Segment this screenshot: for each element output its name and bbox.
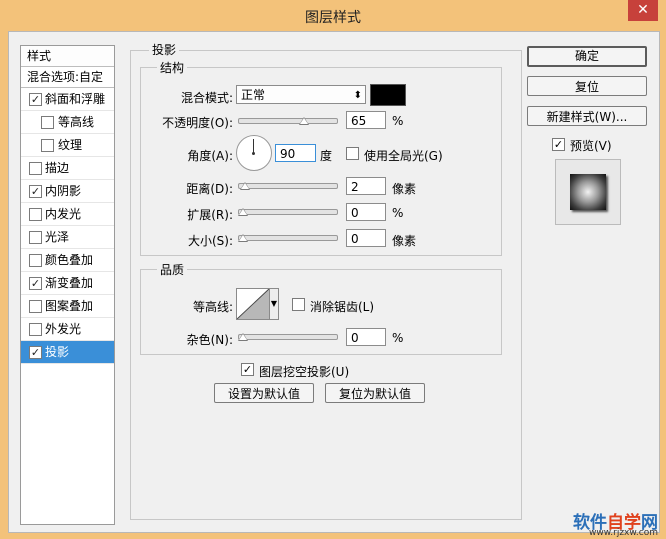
styles-list: 样式 混合选项:自定 ✓ 斜面和浮雕 等高线 纹理 描边 ✓ 内阴影 内发光 光泽 … — [20, 45, 115, 525]
opacity-label: 不透明度(O): — [162, 116, 233, 130]
layer-style-dialog: 图层样式 ✕ 样式 混合选项:自定 ✓ 斜面和浮雕 等高线 纹理 描边 ✓ 内阴影 … — [0, 0, 666, 539]
angle-unit: 度 — [320, 149, 333, 163]
distance-input[interactable]: 2 — [346, 177, 386, 195]
style-item-color-overlay[interactable]: 颜色叠加 — [21, 249, 114, 272]
checkbox-gradient-overlay[interactable]: ✓ — [29, 277, 42, 290]
noise-slider[interactable] — [238, 333, 338, 341]
style-item-stroke[interactable]: 描边 — [21, 157, 114, 180]
make-default-button[interactable]: 设置为默认值 — [214, 383, 314, 403]
style-item-outer-glow[interactable]: 外发光 — [21, 318, 114, 341]
dialog-body: 样式 混合选项:自定 ✓ 斜面和浮雕 等高线 纹理 描边 ✓ 内阴影 内发光 光泽 … — [8, 31, 660, 533]
checkbox-bevel[interactable]: ✓ — [29, 93, 42, 106]
anti-alias-label[interactable]: 消除锯齿(L) — [310, 298, 374, 315]
checkbox-pattern-overlay[interactable] — [29, 300, 42, 313]
blend-mode-label: 混合模式: — [180, 91, 233, 105]
spread-input[interactable]: 0 — [346, 203, 386, 221]
quality-title: 品质 — [157, 261, 188, 278]
style-item-texture[interactable]: 纹理 — [21, 134, 114, 157]
angle-dial[interactable] — [236, 135, 272, 171]
checkbox-texture[interactable] — [41, 139, 54, 152]
new-style-button[interactable]: 新建样式(W)... — [527, 106, 647, 126]
knockout-checkbox[interactable]: ✓ — [241, 363, 254, 376]
opacity-input[interactable]: 65 — [346, 111, 386, 129]
checkbox-inner-shadow[interactable]: ✓ — [29, 185, 42, 198]
spread-slider-thumb[interactable] — [238, 208, 248, 216]
global-light-label[interactable]: 使用全局光(G) — [364, 147, 443, 164]
checkbox-color-overlay[interactable] — [29, 254, 42, 267]
size-slider[interactable] — [238, 234, 338, 242]
anti-alias-checkbox[interactable] — [292, 298, 305, 311]
knockout-label[interactable]: 图层挖空投影(U) — [259, 363, 349, 380]
blend-mode-select[interactable]: 正常 ⬍ — [236, 85, 366, 104]
site-watermark-logo: 软件自学网 www.rjzxw.com — [573, 513, 658, 538]
opacity-slider[interactable] — [238, 117, 338, 125]
noise-unit: % — [392, 331, 404, 345]
spread-unit: % — [392, 206, 404, 220]
style-item-bevel[interactable]: ✓ 斜面和浮雕 — [21, 88, 114, 111]
distance-slider-thumb[interactable] — [240, 182, 250, 190]
style-item-contour[interactable]: 等高线 — [21, 111, 114, 134]
style-item-inner-shadow[interactable]: ✓ 内阴影 — [21, 180, 114, 203]
angle-label: 角度(A): — [187, 149, 233, 163]
distance-label: 距离(D): — [186, 182, 233, 196]
style-item-gradient-overlay[interactable]: ✓ 渐变叠加 — [21, 272, 114, 295]
size-unit: 像素 — [392, 234, 417, 248]
contour-label: 等高线: — [192, 300, 233, 314]
size-input[interactable]: 0 — [346, 229, 386, 247]
style-item-drop-shadow[interactable]: ✓ 投影 — [21, 341, 114, 364]
size-label: 大小(S): — [187, 234, 233, 248]
noise-slider-thumb[interactable] — [238, 333, 248, 341]
style-preview-thumbnail — [555, 159, 621, 225]
noise-label: 杂色(N): — [186, 333, 233, 347]
ok-button[interactable]: 确定 — [527, 46, 647, 67]
size-slider-thumb[interactable] — [238, 234, 248, 242]
checkbox-drop-shadow[interactable]: ✓ — [29, 346, 42, 359]
reset-default-button[interactable]: 复位为默认值 — [325, 383, 425, 403]
style-item-inner-glow[interactable]: 内发光 — [21, 203, 114, 226]
spread-slider[interactable] — [238, 208, 338, 216]
checkbox-inner-glow[interactable] — [29, 208, 42, 221]
checkbox-contour[interactable] — [41, 116, 54, 129]
checkbox-outer-glow[interactable] — [29, 323, 42, 336]
drop-shadow-title: 投影 — [149, 41, 180, 58]
blend-options-item[interactable]: 混合选项:自定 — [21, 67, 114, 88]
checkbox-satin[interactable] — [29, 231, 42, 244]
style-item-satin[interactable]: 光泽 — [21, 226, 114, 249]
distance-slider[interactable] — [238, 182, 338, 190]
linear-contour-icon — [236, 288, 270, 320]
close-icon[interactable]: ✕ — [628, 0, 658, 21]
structure-title: 结构 — [157, 59, 188, 76]
window-title: 图层样式 — [305, 10, 361, 26]
reset-button[interactable]: 复位 — [527, 76, 647, 96]
global-light-checkbox[interactable] — [346, 147, 359, 160]
opacity-unit: % — [392, 114, 404, 128]
styles-header[interactable]: 样式 — [21, 46, 114, 67]
style-item-pattern-overlay[interactable]: 图案叠加 — [21, 295, 114, 318]
angle-input[interactable]: 90 — [275, 144, 316, 162]
contour-dropdown-arrow-icon[interactable]: ▼ — [269, 288, 279, 320]
distance-unit: 像素 — [392, 182, 417, 196]
contour-picker[interactable] — [236, 288, 270, 320]
spread-label: 扩展(R): — [187, 208, 233, 222]
shadow-color-swatch[interactable] — [370, 84, 406, 106]
title-bar[interactable]: 图层样式 ✕ — [0, 0, 666, 30]
preview-label[interactable]: 预览(V) — [570, 137, 612, 154]
noise-input[interactable]: 0 — [346, 328, 386, 346]
preview-checkbox[interactable]: ✓ — [552, 138, 565, 151]
opacity-slider-thumb[interactable] — [299, 117, 309, 125]
checkbox-stroke[interactable] — [29, 162, 42, 175]
updown-arrow-icon: ⬍ — [353, 90, 362, 101]
